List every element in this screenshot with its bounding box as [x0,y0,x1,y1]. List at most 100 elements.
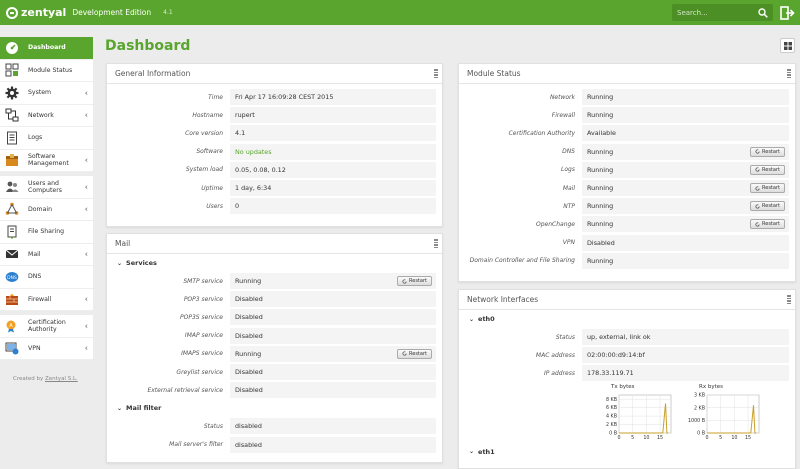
restart-button[interactable]: Restart [397,348,432,359]
info-row: VPN Disabled [465,234,789,252]
widget-header: Module Status [459,64,795,84]
sidebar-item-domain[interactable]: Domain ‹ [0,199,93,221]
sidebar-item-file-sharing[interactable]: File Sharing [0,221,93,244]
certificate-icon: A [5,319,19,333]
logout-button[interactable] [779,5,795,21]
eth0-rows: Status up, external, link ok MAC address 02… [459,328,795,383]
row-label: Users [206,202,223,210]
row-label: NTP [563,202,575,210]
row-value-text: Available [587,129,616,138]
interface-name: eth0 [478,315,495,323]
restart-button[interactable]: Restart [750,201,785,212]
drag-handle-icon[interactable] [787,69,791,79]
search-input[interactable] [672,4,754,21]
chevron-left-icon: ‹ [84,155,88,165]
row-label: DNS [562,148,575,156]
row-label: Core version [185,129,223,137]
sidebar-item-users-and-computers[interactable]: Users and Computers ‹ [0,176,93,199]
widget-title: Network Interfaces [467,295,539,304]
sidebar-item-certification-authority[interactable]: A Certification Authority ‹ [0,315,93,338]
row-value: up, external, link ok [582,329,789,346]
sidebar-item-vpn[interactable]: VPN ‹ [0,338,93,360]
restart-button[interactable]: Restart [397,276,432,287]
row-label: VPN [562,239,575,247]
row-value-text: Running [587,147,614,156]
sidebar-group-main: Dashboard Module Status System ‹ Network ‹ Log… [0,37,93,172]
sidebar-item-label: Software Management [28,153,69,168]
x-tick-label: 15 [745,435,751,441]
created-by-text: Created by [13,376,44,382]
row-value: 4.1 [230,125,436,142]
info-row: Mail server's filter disabled [113,436,436,454]
sidebar-item-software-management[interactable]: Software Management ‹ [0,150,93,172]
row-value-text: 02:00:00:d9:14:bf [587,351,645,360]
search-button[interactable] [754,4,771,21]
row-value: Disabled [582,234,789,251]
restart-button[interactable]: Restart [750,146,785,157]
logs-icon [5,131,19,145]
drag-handle-icon[interactable] [434,239,438,249]
svg-text:A: A [9,323,13,329]
sidebar-item-label: Logs [28,134,43,142]
sidebar-item-system[interactable]: System ‹ [0,82,93,105]
row-label: Domain Controller and File Sharing [469,257,575,265]
restart-icon [755,167,760,172]
svg-text:DNS: DNS [7,275,17,281]
info-row: Status up, external, link ok [465,328,789,346]
sidebar-item-dashboard[interactable]: Dashboard [0,37,93,60]
x-tick-label: 10 [643,435,649,441]
network-interfaces-widget: Network Interfaces ⌄ eth0 Status up, exter… [458,289,796,469]
row-value-text: Running [587,165,614,174]
row-value: Disabled [230,364,436,381]
row-label: Mail server's filter [169,441,223,449]
info-row: OpenChange Running Restart [465,215,789,233]
x-tick-label: 15 [657,435,663,441]
row-label: System load [185,166,223,174]
services-section-toggle[interactable]: ⌄ Services [107,254,442,272]
y-tick-label: 2 KB [694,405,705,411]
y-tick-label: 6 KB [606,405,617,411]
restart-button[interactable]: Restart [750,183,785,194]
firewall-icon [5,292,19,306]
zentyal-link[interactable]: Zentyal S.L. [45,376,78,382]
eth0-section-toggle[interactable]: ⌄ eth0 [459,310,795,328]
row-value-text: 178.33.119.71 [587,369,634,378]
row-value: No updates [230,143,436,160]
eth1-section-toggle[interactable]: ⌄ eth1 [459,445,795,459]
row-value-text: Disabled [235,386,263,395]
restart-button[interactable]: Restart [750,164,785,175]
sidebar-item-logs[interactable]: Logs [0,127,93,150]
sidebar-item-mail[interactable]: Mail ‹ [0,244,93,266]
row-value: disabled [230,418,436,435]
grid-icon [783,41,792,50]
info-row: Hostname rupert [113,106,436,124]
row-value: Running Restart [582,180,789,197]
row-value-text: Running [587,111,614,120]
dashboard-layout-button[interactable] [780,38,795,53]
rx-chart-title: Rx bytes [699,383,723,390]
info-row: System load 0.05, 0.08, 0.12 [113,161,436,179]
sidebar-item-network[interactable]: Network ‹ [0,105,93,127]
traffic-charts: Tx bytes Rx bytes 0 B 2 KB 4 KB 6 KB 8 KB 0 5 1… [459,383,795,445]
mail-filter-section-toggle[interactable]: ⌄ Mail filter [107,399,442,417]
row-value-text: Running [235,277,262,286]
sidebar-group-security: A Certification Authority ‹ VPN ‹ [0,315,93,360]
restart-button[interactable]: Restart [750,219,785,230]
sidebar-item-module-status[interactable]: Module Status [0,60,93,82]
zentyal-logo[interactable]: zentyal Development Edition 4.1 [6,6,173,19]
row-value: Running Restart [230,273,436,290]
sidebar-item-dns[interactable]: DNS DNS [0,266,93,289]
drag-handle-icon[interactable] [787,295,791,305]
info-row: IMAPS service Running Restart [113,345,436,363]
restart-label: Restart [762,148,780,155]
row-value-text: Disabled [587,238,615,247]
general-information-widget: General Information Time Fri Apr 17 16:09… [106,63,443,227]
restart-icon [402,351,407,356]
x-tick-label: 0 [617,435,620,441]
drag-handle-icon[interactable] [434,69,438,79]
row-value: 02:00:00:d9:14:bf [582,347,789,364]
sidebar-item-firewall[interactable]: Firewall ‹ [0,289,93,311]
row-value-text: Running [587,184,614,193]
sidebar-item-label: VPN [28,344,41,352]
sidebar-item-label: Module Status [28,66,73,74]
